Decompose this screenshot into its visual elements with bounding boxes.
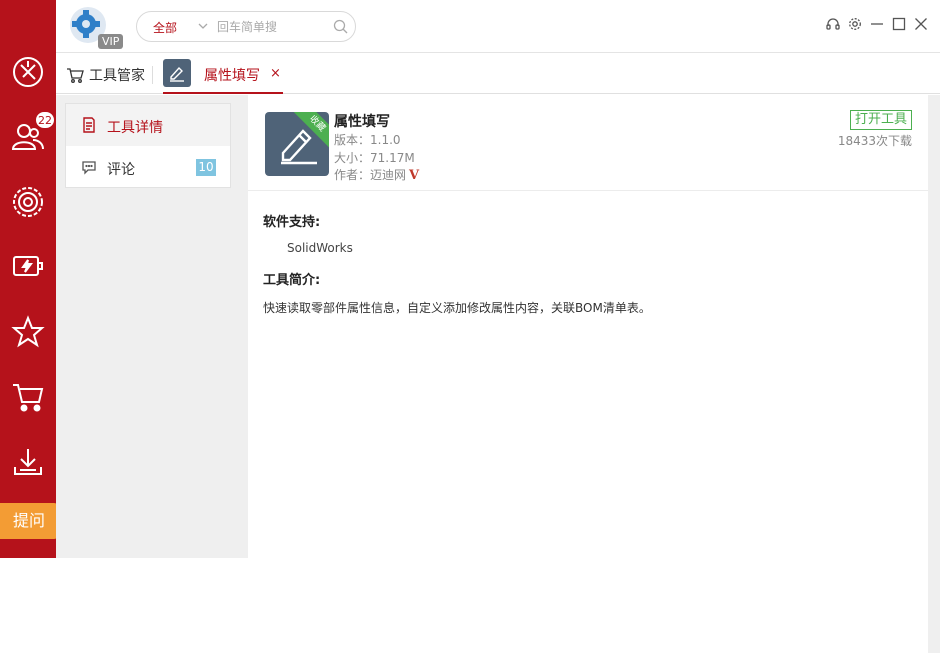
support-value: SolidWorks (287, 241, 353, 255)
tab-attribute-fill[interactable]: 属性填写 × (163, 58, 283, 94)
battery-charge-icon[interactable] (0, 238, 56, 294)
tool-detail-panel: 收藏 属性填写 版本：1.1.0 大小：71.17M 作者：迈迪网 V 打开工具 … (248, 95, 928, 558)
tab-label: 工具管家 (89, 68, 145, 84)
headset-icon[interactable] (826, 17, 840, 31)
content-area: 工具详情 评论 10 收藏 属性填写 版本：1.1.0 大小：71.17M 作者… (56, 95, 940, 653)
left-rail: 22 提问 (0, 0, 58, 558)
close-window-icon[interactable] (914, 17, 928, 31)
tab-label: 属性填写 (204, 68, 260, 84)
tool-size: 大小：71.17M (334, 151, 415, 165)
scrollbar-track[interactable] (928, 190, 940, 653)
notification-badge: 22 (35, 111, 55, 129)
minimize-icon[interactable] (870, 17, 884, 31)
search-box: 全部 (136, 11, 356, 42)
top-bar: VIP 全部 (56, 0, 940, 53)
settings-icon[interactable] (848, 17, 862, 31)
star-icon[interactable] (0, 304, 56, 360)
search-input[interactable] (217, 18, 327, 36)
gear-ring-icon[interactable] (0, 174, 56, 230)
nav-label: 工具详情 (107, 120, 163, 136)
close-tab-icon[interactable]: × (270, 67, 281, 80)
pen-icon (163, 59, 191, 87)
tool-version: 版本：1.1.0 (334, 133, 401, 147)
tool-cart-icon (67, 68, 84, 83)
verified-mark: V (409, 168, 420, 183)
app-logo[interactable]: VIP (66, 6, 124, 49)
search-icon[interactable] (333, 19, 348, 34)
tool-cart-icon[interactable] (0, 369, 56, 425)
nav-item-tool-details[interactable]: 工具详情 (66, 104, 230, 146)
nav-item-comments[interactable]: 评论 10 (66, 146, 230, 188)
tool-name: 属性填写 (334, 114, 390, 130)
ask-question-button[interactable]: 提问 (0, 503, 58, 539)
vip-badge: VIP (98, 34, 124, 49)
download-icon[interactable] (0, 434, 56, 490)
maximize-icon[interactable] (892, 17, 906, 31)
intro-text: 快速读取零部件属性信息，自定义添加修改属性内容，关联BOM清单表。 (263, 301, 651, 315)
comment-count-badge: 10 (196, 159, 216, 176)
download-count: 18433次下载 (837, 134, 912, 148)
comment-icon (82, 161, 96, 175)
tool-app-icon: 收藏 (265, 112, 329, 176)
design-icon[interactable] (0, 44, 56, 100)
search-category-select[interactable]: 全部 (153, 19, 177, 36)
nav-label: 评论 (107, 162, 135, 178)
divider (248, 190, 928, 191)
open-tool-button[interactable]: 打开工具 (849, 110, 912, 130)
document-icon (83, 117, 95, 133)
detail-side-nav: 工具详情 评论 10 (65, 103, 231, 188)
tab-divider (152, 66, 153, 84)
intro-heading: 工具简介: (263, 273, 321, 288)
tool-author: 作者：迈迪网 V (334, 166, 419, 183)
chevron-down-icon[interactable] (197, 19, 209, 33)
tab-bar: 工具管家 属性填写 × (56, 54, 940, 94)
tab-tool-manager[interactable]: 工具管家 (66, 64, 145, 86)
support-heading: 软件支持: (263, 215, 321, 230)
author-text: 作者：迈迪网 (334, 168, 407, 182)
